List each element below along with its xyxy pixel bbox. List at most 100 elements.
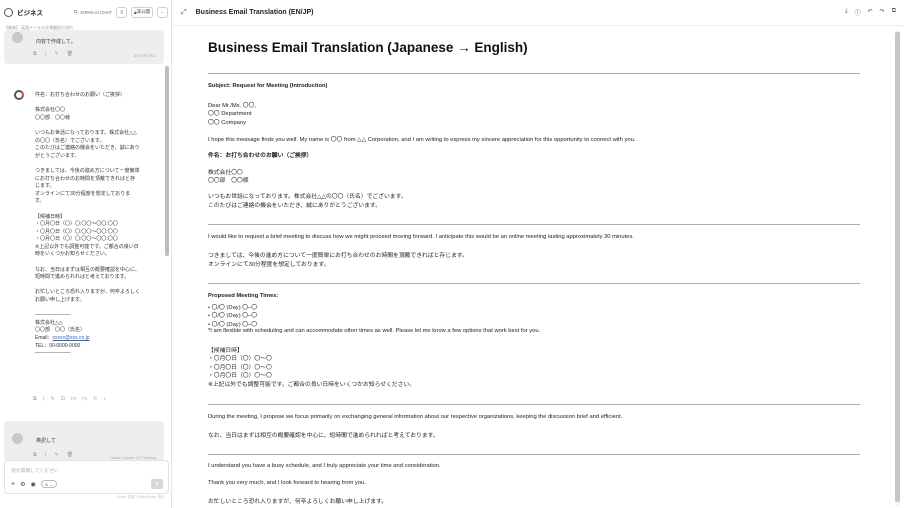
speaker-icon[interactable]: ♪ — [103, 396, 106, 402]
flex-en: *I am flexible with scheduling and can a… — [208, 328, 541, 334]
divider — [208, 73, 860, 74]
assistant-message-line: 〇〇部 〇〇（氏名） — [35, 327, 86, 334]
chat-header: ビジネス ⇆ JAPAN AI CHAT ▯ 🔒︎ 非公開 ··· — [0, 0, 171, 24]
jp-greeting: 〇〇部 〇〇様 — [208, 178, 249, 184]
intro-en: I hope this message finds you well. My n… — [208, 137, 636, 143]
divider — [208, 283, 860, 284]
delete-icon[interactable]: 🗑︎ — [67, 452, 73, 458]
closing-en: I understand you have a busy schedule, a… — [208, 463, 441, 469]
info-icon[interactable]: ⓘ — [855, 8, 861, 17]
chat-scrollbar[interactable] — [165, 38, 169, 458]
request-en: I would like to request a brief meeting … — [208, 234, 634, 240]
assistant-message-line: 短時間で進められればと考えております。 — [35, 274, 130, 281]
focus-jp: なお、当日はまずは相互の概要確認を中心に、短時間で進められればと考えております。 — [208, 433, 439, 439]
time-option: • 〇/〇 (Day) 〇–〇 — [208, 322, 258, 328]
add-icon[interactable]: + — [11, 481, 15, 488]
refresh-icon[interactable]: ↻ — [93, 396, 97, 402]
thumbs-up-icon[interactable]: 👍︎ — [71, 396, 76, 402]
assistant-message-line: いつもお世話になっております。株式会社△△ — [35, 129, 137, 136]
document-header-title: Business Email Translation (EN/JP) — [195, 9, 314, 16]
assistant-message-line: 〇〇部 〇〇様 — [35, 114, 71, 121]
copy-icon[interactable]: ⧉ — [33, 51, 37, 57]
email-label: Email： — [35, 335, 53, 341]
assistant-message-line: つきましては、今後の進め方について一度簡単 — [35, 167, 140, 174]
more-button[interactable]: ··· — [157, 6, 168, 18]
assistant-logo-icon — [14, 90, 24, 100]
undo-icon[interactable]: ↶ — [868, 8, 873, 17]
document-body: Business Email Translation (Japanese → E… — [208, 40, 860, 505]
user-message: 内容で作成して。 ⧉ ⟨ ✎ 🗑︎ ANTHROPIC — [4, 30, 164, 64]
share-icon[interactable]: ⟨ — [45, 452, 47, 458]
jp-intro: いつもお世話になっております。株式会社△△の〇〇（氏名）でございます。 — [208, 194, 407, 200]
send-button[interactable]: ➤ — [151, 479, 163, 489]
divider — [208, 224, 860, 225]
edit-icon[interactable]: ✎ — [55, 452, 59, 458]
user-avatar — [12, 433, 23, 444]
assistant-message-line: 【候補日時】 — [35, 213, 66, 220]
assistant-message-line: ────────── — [35, 312, 71, 319]
time-option-jp: ・〇月〇日（〇）〇〜〇 — [208, 373, 272, 379]
document-scrollbar[interactable] — [895, 30, 900, 506]
assistant-message-line: ・〇月〇日（〇）〇:〇〇〜〇〇:〇〇 — [35, 228, 118, 235]
assistant-message: 件名：お打ち合わせのお願い（ご挨拶） 株式会社〇〇 〇〇部 〇〇様 いつもお世話になっ… — [35, 92, 160, 358]
closing-en: Thank you very much, and I look forward … — [208, 480, 366, 486]
copy-icon[interactable]: ⧉ — [33, 452, 37, 458]
redo-icon[interactable]: ↷ — [880, 8, 885, 17]
assistant-message-line — [35, 206, 160, 214]
assistant-message-line: このたびはご連絡の機会をいただき、誠にあり — [35, 145, 140, 152]
app-window: ビジネス ⇆ JAPAN AI CHAT ▯ 🔒︎ 非公開 ··· 【業務】 英… — [0, 0, 904, 508]
brand-label: JAPAN AI CHAT — [79, 9, 113, 15]
divider — [208, 454, 860, 455]
share-button[interactable]: 🔒︎ 非公開 — [131, 6, 153, 18]
assistant-message-line: ・〇月〇日（〇）〇:〇〇〜〇〇:〇〇 — [35, 221, 118, 228]
share-label: 非公開 — [136, 9, 151, 14]
assistant-message-line: 株式会社〇〇 — [35, 107, 66, 114]
model-selector[interactable]: ⊘ — — [40, 480, 58, 488]
user-message-text: 英訳して — [36, 438, 56, 444]
user-message-text: 内容で作成して。 — [36, 39, 76, 45]
thumbs-down-icon[interactable]: 👎︎ — [82, 396, 87, 402]
greeting-line: 〇〇 Company — [208, 120, 247, 126]
copy-icon[interactable]: ⧉ — [33, 396, 37, 402]
assistant-message-line: お願い申し上げます。 — [35, 297, 85, 304]
assistant-message-line: じます。 — [35, 183, 55, 190]
focus-en: During the meeting, I propose we focus p… — [208, 414, 623, 420]
assistant-message-line: TEL：00-0000-0000 — [35, 342, 81, 349]
assistant-message-line — [35, 305, 160, 313]
assistant-message-line — [35, 122, 160, 130]
copy-icon[interactable]: ⧉ — [892, 8, 896, 17]
assistant-message-line: 時をいくつかお知らせください。 — [35, 251, 110, 258]
share-icon[interactable]: ⟨ — [45, 51, 47, 57]
edit-icon[interactable]: ✎ — [55, 51, 59, 57]
tools-icon[interactable]: ⚙ — [20, 481, 25, 488]
input-toolbar: + ⚙ ◉ ⊘ — — [11, 480, 58, 488]
times-heading: Proposed Meeting Times: — [208, 293, 279, 299]
app-name: ビジネス — [17, 10, 43, 17]
edit-icon[interactable]: ✎ — [51, 396, 55, 402]
chat-scroll-thumb[interactable] — [165, 66, 169, 256]
request-jp: つきましては、今後の進め方について一度簡単にお打ち合わせのお時間を頂戴できればと… — [208, 253, 468, 259]
chat-input[interactable]: 何か質問してください + ⚙ ◉ ⊘ — ➤ — [4, 460, 169, 494]
bookmark-icon[interactable]: ⊡ — [61, 396, 65, 402]
subject-line: Subject: Request for Meeting (Introducti… — [208, 83, 328, 89]
message-actions: ⧉ ⟨ ✎ 🗑︎ — [33, 51, 73, 57]
assistant-message-line: にお打ち合わせのお時間を頂戴できればと存 — [35, 175, 136, 182]
document-header: ⤢ Business Email Translation (EN/JP) ⤓ ⓘ… — [173, 0, 904, 26]
download-icon[interactable]: ⤓ — [845, 8, 848, 17]
assistant-message-line: す。 — [35, 198, 45, 205]
flex-jp: ※上記以外でも調整可能です。ご都合の良い日時をいくつかお知らせください。 — [208, 382, 416, 388]
user-message: 英訳して ⧉ ⟨ ✎ 🗑︎ Claude Sonnet 4.5 Thinking — [4, 421, 164, 461]
model-meta: ANTHROPIC — [133, 54, 156, 58]
share-icon[interactable]: ⟨ — [43, 396, 45, 402]
toggle-icon: ⇆ — [73, 9, 78, 14]
document-scroll-thumb[interactable] — [895, 32, 900, 502]
closing-jp: お忙しいところ恐れ入りますが、何卒よろしくお願い申し上げます。 — [208, 499, 388, 505]
brand-chip[interactable]: ⇆ JAPAN AI CHAT — [74, 9, 112, 15]
phone-icon[interactable]: ▯ — [116, 6, 128, 18]
document-title: Business Email Translation (Japanese → E… — [208, 40, 528, 55]
globe-icon[interactable]: ◉ — [30, 481, 35, 488]
email-link[interactable]: xxxxx@xxx.co.jp — [53, 335, 90, 341]
collapse-icon[interactable]: ⤢ — [181, 9, 187, 17]
assistant-message-line: オンラインにて30分程度を想定しておりま — [35, 190, 131, 197]
delete-icon[interactable]: 🗑︎ — [67, 51, 73, 57]
